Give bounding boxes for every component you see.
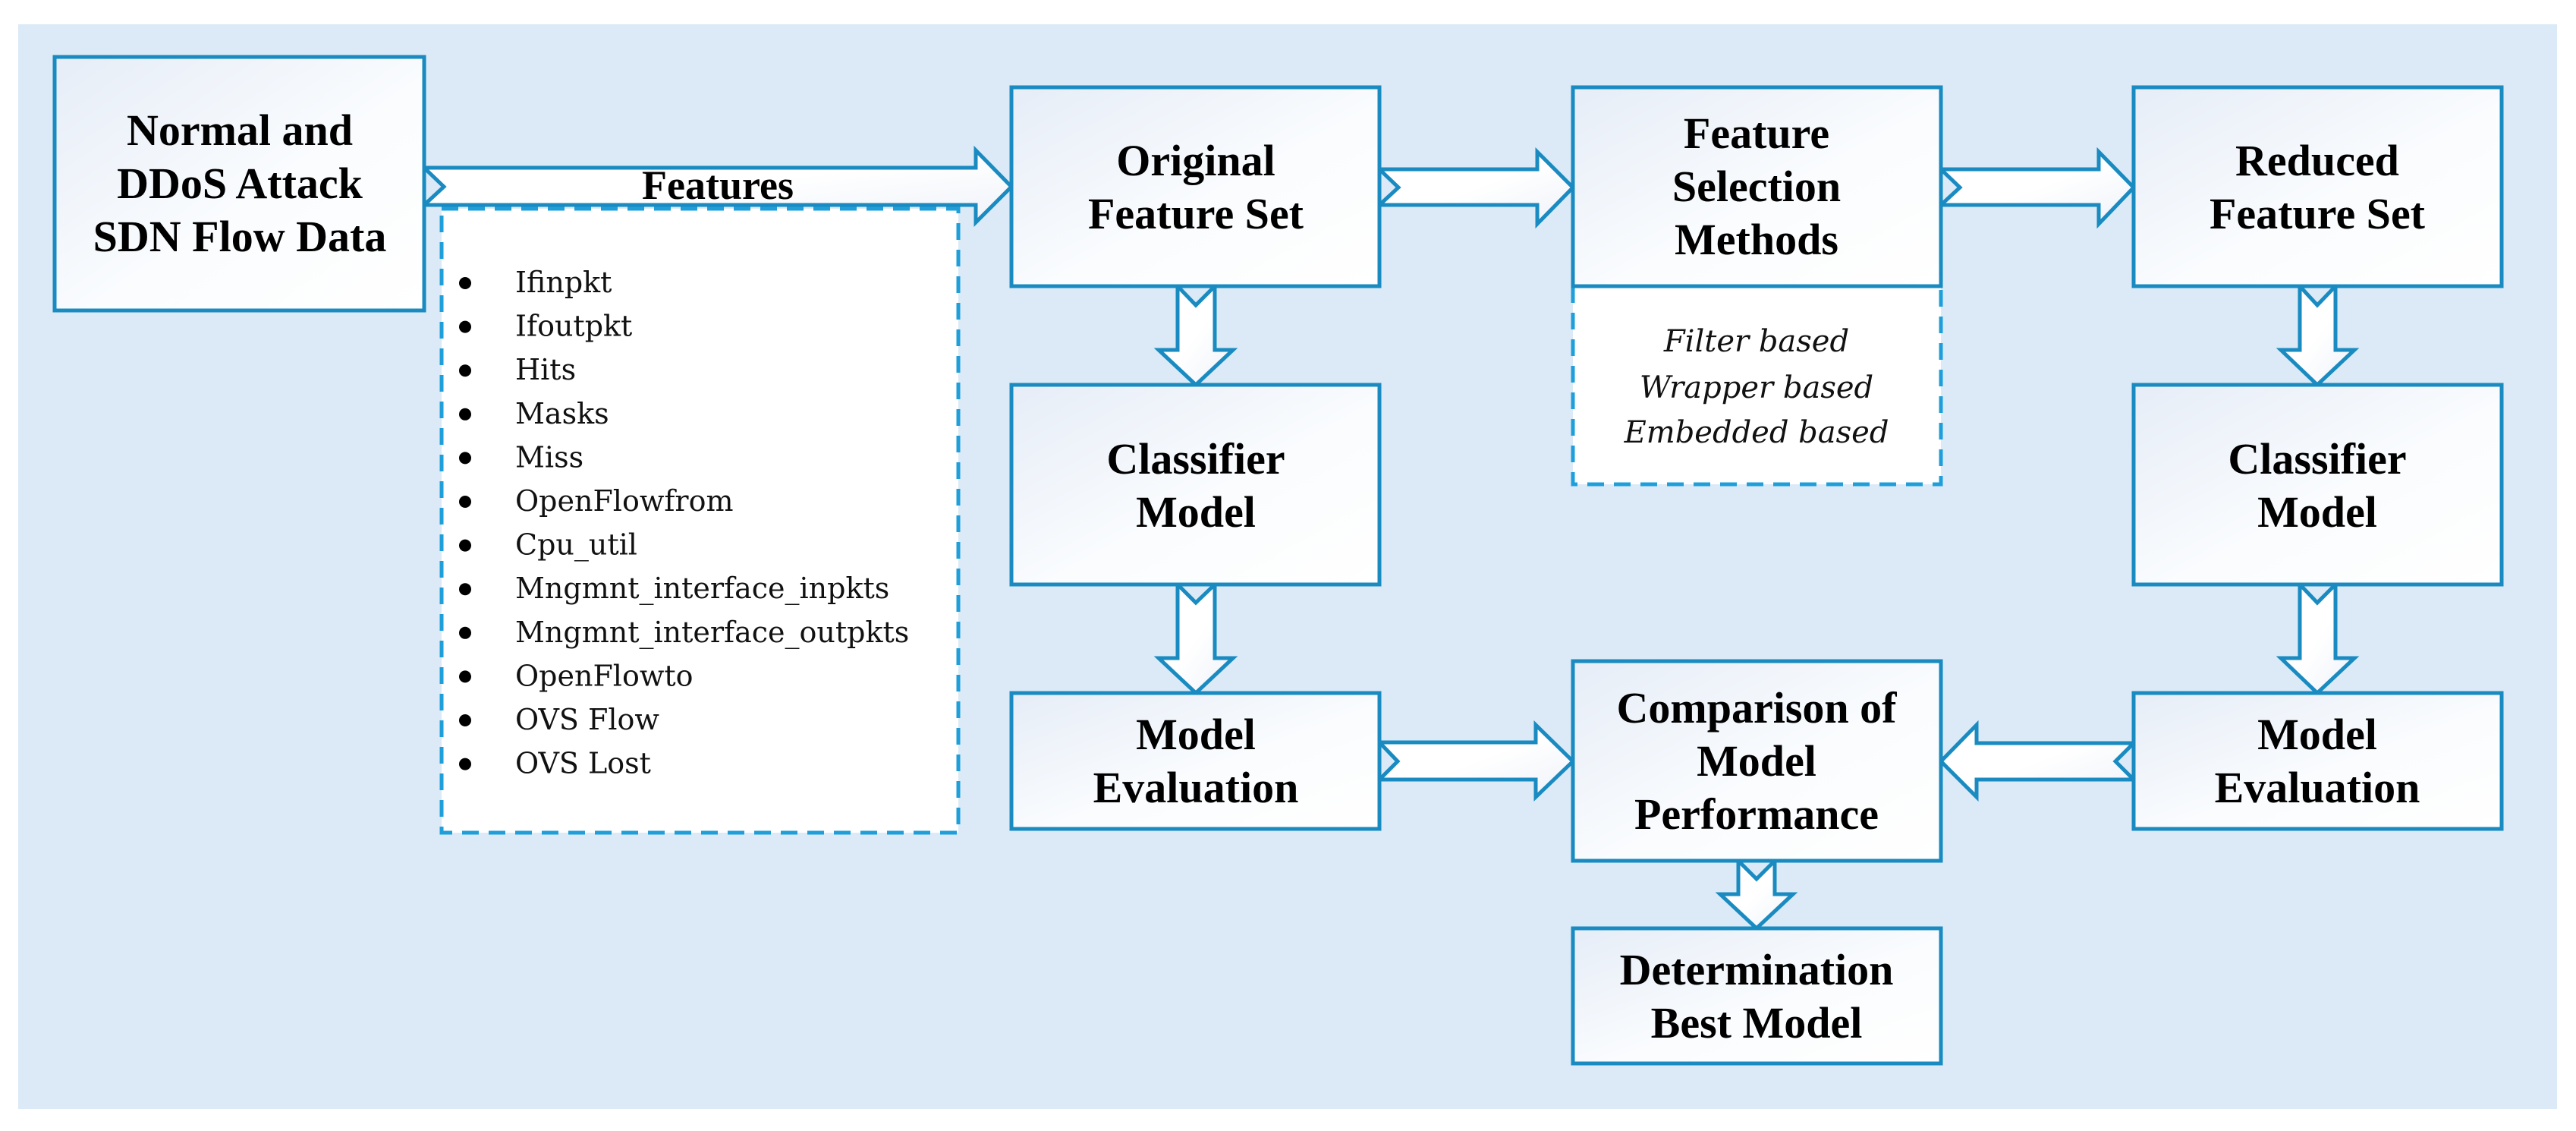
node-reduced-line-2: Feature Set <box>2210 189 2426 238</box>
node-feature-selection: Feature Selection Methods Filter based W… <box>1571 85 1943 487</box>
node-classifier-left: Classifier Model <box>1009 383 1382 587</box>
feature-name: Hits <box>515 353 576 386</box>
feature-list-item: Mngmnt_interface_outpkts <box>459 616 909 650</box>
node-source-line-3: SDN Flow Data <box>93 212 387 261</box>
bullet-icon <box>459 277 471 289</box>
node-determination: Determination Best Model <box>1571 926 1943 1066</box>
feature-name: Miss <box>515 440 583 474</box>
node-comparison-line-1: Comparison of <box>1617 683 1898 732</box>
bullet-icon <box>459 539 471 552</box>
bullet-icon <box>459 714 471 726</box>
node-reduced-feature-set: Reduced Feature Set <box>2131 85 2504 288</box>
node-classifier-left-line-2: Model <box>1136 487 1256 537</box>
bullet-icon <box>459 364 471 377</box>
bullet-icon <box>459 670 471 683</box>
feature-name: OVS Flow <box>515 703 659 736</box>
feature-name: OpenFlowto <box>515 659 694 692</box>
bullet-icon <box>459 408 471 421</box>
node-classifier-right: Classifier Model <box>2131 383 2504 587</box>
node-selection-line-1: Feature <box>1684 109 1829 158</box>
node-selection-line-3: Methods <box>1675 215 1838 264</box>
node-comparison-line-3: Performance <box>1634 789 1879 839</box>
feature-name: Cpu_util <box>515 528 637 562</box>
node-comparison-line-2: Model <box>1697 736 1816 786</box>
node-source-line-1: Normal and <box>127 106 353 155</box>
feature-name: Ifoutpkt <box>515 310 632 343</box>
bullet-icon <box>459 758 471 770</box>
node-classifier-right-line-1: Classifier <box>2228 434 2406 484</box>
features-arrow-label: Features <box>642 162 794 208</box>
bullet-icon <box>459 496 471 508</box>
node-original-line-1: Original <box>1116 136 1275 185</box>
feature-name: OVS Lost <box>515 747 651 780</box>
node-evaluation-right-line-1: Model <box>2257 710 2377 759</box>
node-selection-line-2: Selection <box>1672 162 1841 211</box>
node-evaluation-left-line-1: Model <box>1136 710 1256 759</box>
bullet-icon <box>459 583 471 596</box>
feature-name: Mngmnt_interface_outpkts <box>515 616 909 650</box>
features-list-box <box>439 206 961 835</box>
feature-name: Masks <box>515 397 609 430</box>
node-determination-line-1: Determination <box>1620 945 1894 994</box>
node-evaluation-right: Model Evaluation <box>2131 691 2504 831</box>
bullet-icon <box>459 452 471 465</box>
node-evaluation-right-line-2: Evaluation <box>2215 763 2420 812</box>
method-embedded: Embedded based <box>1624 415 1889 450</box>
flow-diagram: Ifinpkt Ifoutpkt Hits Masks Miss OpenFlowfrom… <box>18 24 2557 1109</box>
node-evaluation-left: Model Evaluation <box>1009 691 1382 831</box>
node-reduced-line-1: Reduced <box>2235 136 2399 185</box>
node-original-line-2: Feature Set <box>1088 189 1304 238</box>
node-classifier-left-line-1: Classifier <box>1106 434 1285 484</box>
node-source: Normal and DDoS Attack SDN Flow Data <box>52 55 426 313</box>
node-evaluation-left-line-2: Evaluation <box>1093 763 1299 812</box>
bullet-icon <box>459 320 471 333</box>
node-original-feature-set: Original Feature Set <box>1009 85 1382 288</box>
node-source-line-2: DDoS Attack <box>117 159 363 208</box>
feature-name: Ifinpkt <box>515 266 612 299</box>
bullet-icon <box>459 626 471 639</box>
feature-list-item: Mngmnt_interface_inpkts <box>459 572 889 606</box>
feature-name: Mngmnt_interface_inpkts <box>515 572 889 606</box>
node-comparison: Comparison of Model Performance <box>1571 659 1943 863</box>
node-determination-line-2: Best Model <box>1651 998 1863 1048</box>
method-wrapper: Wrapper based <box>1640 370 1873 405</box>
node-classifier-right-line-2: Model <box>2257 487 2377 537</box>
feature-name: OpenFlowfrom <box>515 484 734 518</box>
method-filter: Filter based <box>1663 324 1849 359</box>
